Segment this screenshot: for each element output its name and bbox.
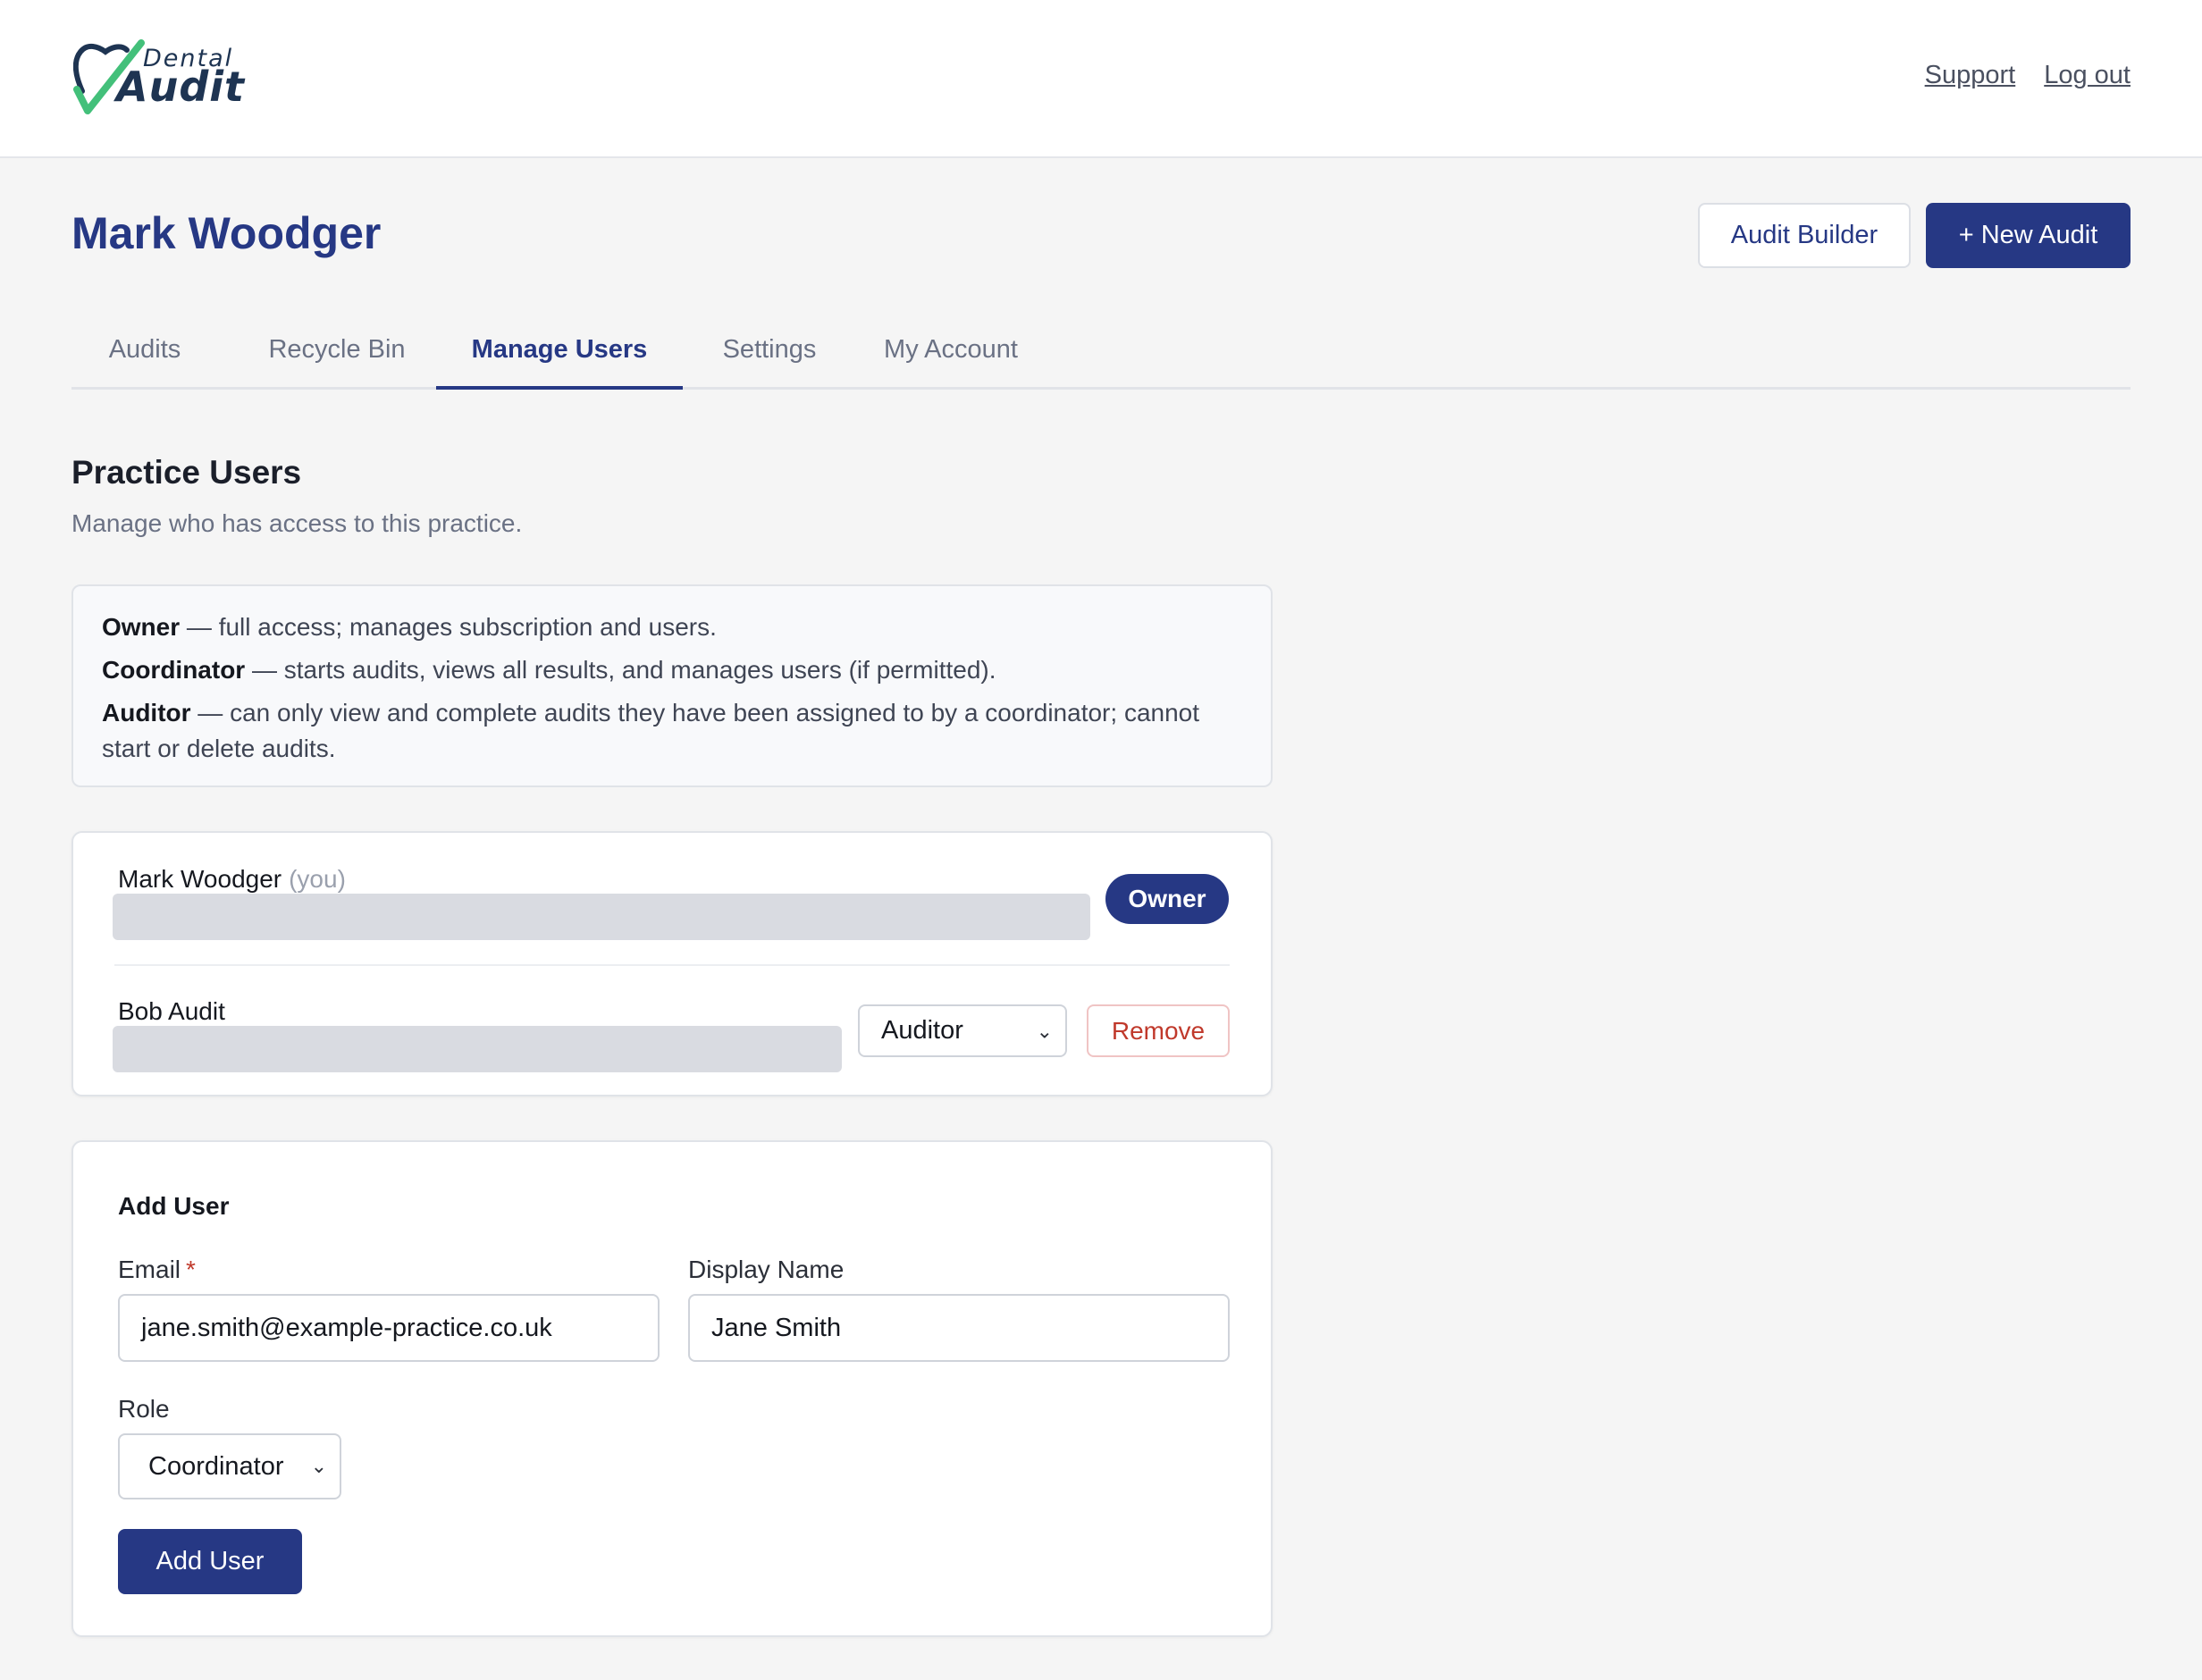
logout-link[interactable]: Log out	[2044, 61, 2131, 90]
dental-audit-logo[interactable]: Dental Audit	[73, 39, 244, 120]
email-label-text: Email	[118, 1256, 181, 1283]
role-name: Auditor	[102, 699, 191, 727]
owner-badge: Owner	[1105, 874, 1229, 924]
page-title: Mark Woodger	[71, 208, 382, 258]
email-field[interactable]: jane.smith@example-practice.co.uk	[118, 1294, 660, 1362]
tab-audits[interactable]: Audits	[71, 322, 218, 390]
tab-bar: Audits Recycle Bin Manage Users Settings…	[71, 322, 2131, 390]
role-select[interactable]: Coordinator ⌄	[118, 1433, 341, 1499]
display-name-label: Display Name	[688, 1256, 845, 1283]
user-name: Bob Audit	[118, 997, 225, 1025]
section-subtitle: Manage who has access to this practice.	[71, 509, 523, 537]
add-user-title: Add User	[118, 1192, 230, 1220]
selected-role: Coordinator	[148, 1452, 284, 1481]
tab-manage-users[interactable]: Manage Users	[436, 322, 683, 390]
display-name-field[interactable]: Jane Smith	[688, 1294, 1230, 1362]
tab-settings[interactable]: Settings	[697, 322, 842, 390]
add-user-card: Add User Email * jane.smith@example-pract…	[71, 1140, 1273, 1637]
role-description: — can only view and complete audits they…	[102, 699, 1200, 762]
role-description: — full access; manages subscription and …	[180, 613, 717, 641]
new-audit-button[interactable]: + New Audit	[1926, 203, 2131, 268]
header-links: Support Log out	[1925, 61, 2131, 90]
current-user-tag: (you)	[289, 865, 346, 893]
redacted-email	[113, 1026, 842, 1072]
support-link[interactable]: Support	[1925, 61, 2016, 90]
redacted-email	[113, 894, 1090, 940]
remove-user-button[interactable]: Remove	[1087, 1004, 1230, 1057]
top-bar: Dental Audit Support Log out	[0, 0, 2202, 158]
role-info-coordinator: Coordinator — starts audits, views all r…	[102, 652, 1242, 688]
section-title: Practice Users	[71, 454, 302, 491]
role-label: Role	[118, 1395, 170, 1423]
user-name: Mark Woodger	[118, 865, 282, 893]
audit-builder-button[interactable]: Audit Builder	[1698, 203, 1911, 268]
role-description: — starts audits, views all results, and …	[245, 656, 996, 684]
tab-recycle-bin[interactable]: Recycle Bin	[241, 322, 433, 390]
users-list-card: Mark Woodger (you) Owner Bob Audit Audito…	[71, 831, 1273, 1096]
required-marker: *	[186, 1256, 196, 1283]
role-name: Coordinator	[102, 656, 246, 684]
user-row-name: Mark Woodger (you)	[118, 865, 346, 894]
role-info-auditor: Auditor — can only view and complete aud…	[102, 695, 1242, 767]
tab-my-account[interactable]: My Account	[861, 322, 1040, 390]
roles-info-box: Owner — full access; manages subscriptio…	[71, 584, 1273, 787]
row-divider	[114, 964, 1230, 966]
email-label: Email *	[118, 1256, 196, 1284]
chevron-down-icon: ⌄	[310, 1455, 327, 1477]
role-info-owner: Owner — full access; manages subscriptio…	[102, 609, 1242, 645]
add-user-button[interactable]: Add User	[118, 1529, 302, 1594]
selected-role: Auditor	[881, 1016, 963, 1045]
chevron-down-icon: ⌄	[1036, 1020, 1053, 1042]
role-name: Owner	[102, 613, 181, 641]
logo-text-audit: Audit	[116, 63, 246, 111]
user-role-select[interactable]: Auditor ⌄	[858, 1004, 1067, 1057]
